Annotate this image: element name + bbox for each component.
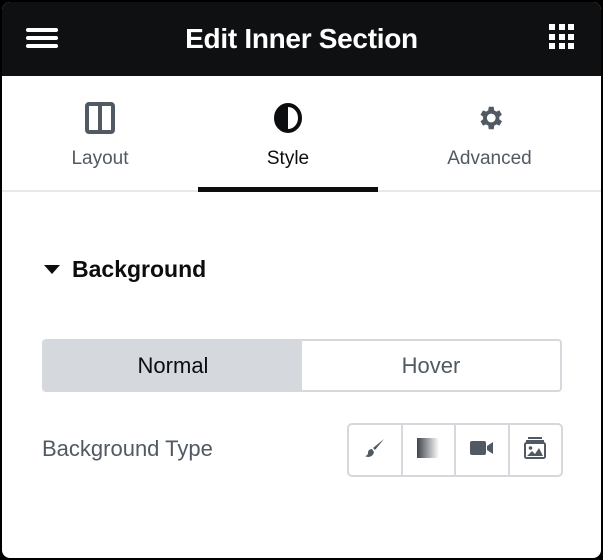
section-title: Background bbox=[72, 256, 207, 282]
video-icon bbox=[469, 440, 494, 461]
slideshow-choice-button[interactable] bbox=[507, 425, 562, 475]
slideshow-icon bbox=[523, 436, 547, 465]
hamburger-icon[interactable] bbox=[26, 26, 58, 50]
background-type-choices bbox=[347, 423, 563, 477]
gear-icon bbox=[475, 100, 505, 136]
panel-title: Edit Inner Section bbox=[185, 23, 418, 54]
contrast-icon bbox=[273, 100, 303, 136]
hover-tab-button[interactable]: Hover bbox=[302, 341, 560, 390]
video-choice-button[interactable] bbox=[454, 425, 508, 475]
tab-label: Layout bbox=[71, 148, 129, 169]
state-switcher: Normal Hover bbox=[42, 339, 562, 392]
grid-icon[interactable] bbox=[549, 24, 575, 50]
background-section-toggle[interactable]: Background bbox=[44, 256, 206, 283]
caret-down-icon bbox=[44, 265, 60, 274]
tab-label: Style bbox=[266, 148, 310, 169]
gradient-choice-button[interactable] bbox=[400, 425, 455, 475]
tab-advanced[interactable]: Advanced bbox=[378, 76, 601, 190]
normal-tab-button[interactable]: Normal bbox=[44, 341, 302, 390]
panel-tabs: Layout Style Advanced bbox=[2, 76, 601, 192]
editor-panel: Edit Inner Section Layout Style Advanced… bbox=[2, 2, 601, 558]
gradient-icon bbox=[417, 437, 440, 463]
columns-icon bbox=[85, 100, 115, 136]
tab-label: Advanced bbox=[447, 148, 532, 169]
classic-choice-button[interactable] bbox=[349, 425, 401, 475]
background-type-label: Background Type bbox=[42, 436, 213, 461]
tab-layout[interactable]: Layout bbox=[2, 76, 198, 190]
brush-icon bbox=[364, 437, 386, 464]
tab-style[interactable]: Style bbox=[198, 76, 378, 192]
panel-header: Edit Inner Section bbox=[2, 2, 601, 76]
